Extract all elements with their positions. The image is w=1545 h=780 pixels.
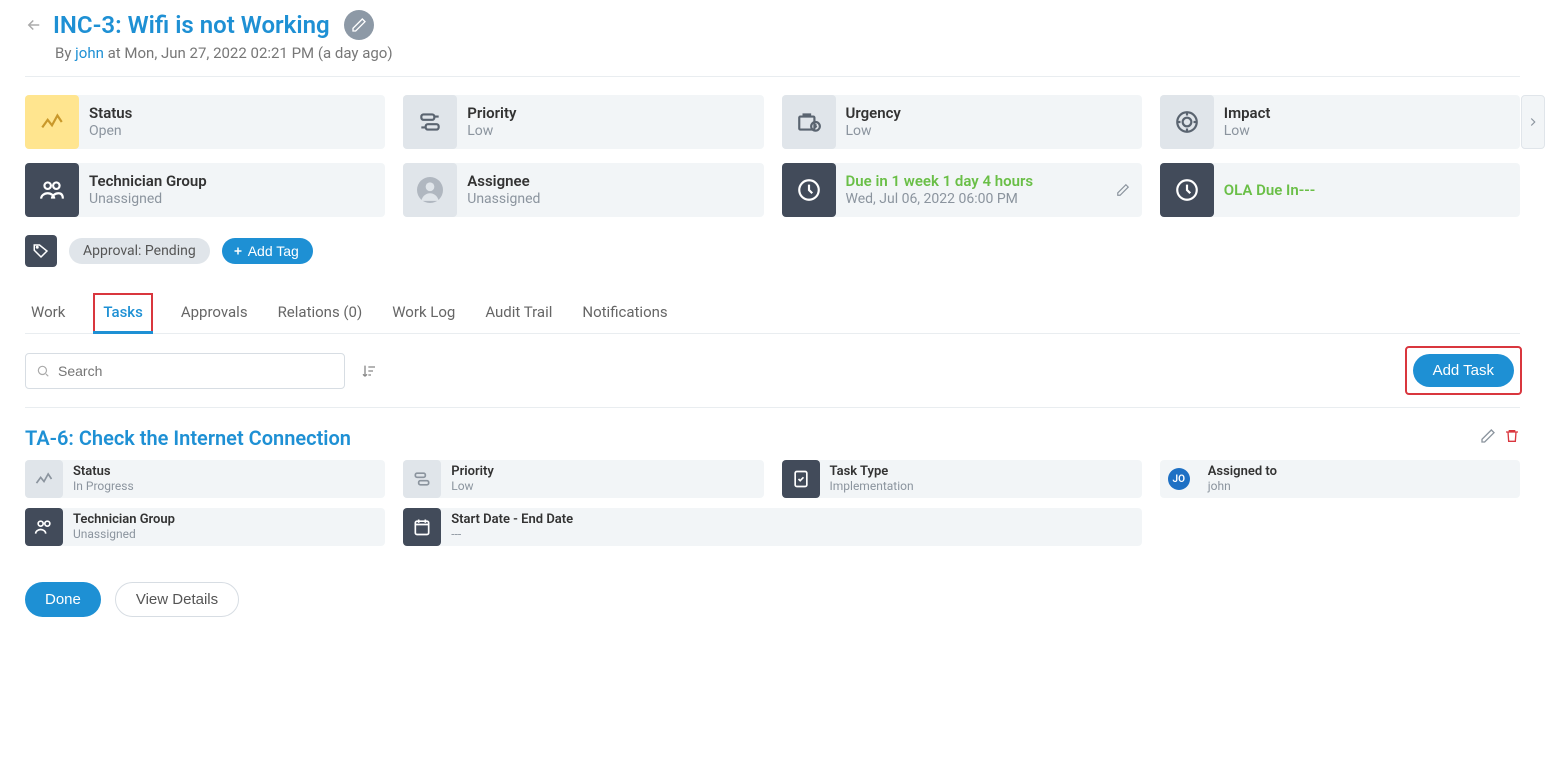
info-card-status[interactable]: StatusOpen: [25, 95, 385, 149]
task-card-ttype[interactable]: Task TypeImplementation: [782, 460, 1142, 498]
group-icon: [25, 163, 79, 217]
tab-notifications[interactable]: Notifications: [580, 293, 669, 333]
impact-icon: [1160, 95, 1214, 149]
status-icon: [25, 95, 79, 149]
group-label: Technician Group: [89, 172, 207, 191]
due-label: Due in 1 week 1 day 4 hours: [846, 172, 1034, 191]
priority-label: Priority: [467, 104, 516, 123]
tassign-icon: JO: [1160, 460, 1198, 498]
group-value: Unassigned: [89, 191, 207, 209]
tstatus-icon: [25, 460, 63, 498]
done-button[interactable]: Done: [25, 582, 101, 617]
tab-relations-[interactable]: Relations (0): [276, 293, 365, 333]
author-link[interactable]: john: [75, 44, 104, 62]
sort-button[interactable]: [361, 363, 377, 379]
search-input-wrap[interactable]: [25, 353, 345, 389]
urgency-label: Urgency: [846, 104, 901, 123]
add-task-button[interactable]: Add Task: [1413, 354, 1514, 387]
info-card-ola[interactable]: OLA Due In---: [1160, 163, 1520, 217]
incident-title: INC-3: Wifi is not Working: [53, 11, 330, 39]
tab-audit-trail[interactable]: Audit Trail: [483, 293, 554, 333]
impact-value: Low: [1224, 123, 1271, 141]
ola-label: OLA Due In---: [1224, 181, 1315, 200]
ola-icon: [1160, 163, 1214, 217]
tab-approvals[interactable]: Approvals: [179, 293, 250, 333]
task-card-tpriority[interactable]: PriorityLow: [403, 460, 763, 498]
tdate-icon: [403, 508, 441, 546]
tgroup-icon: [25, 508, 63, 546]
assignee-label: Assignee: [467, 172, 540, 191]
task-card-tstatus[interactable]: StatusIn Progress: [25, 460, 385, 498]
add-task-highlight: Add Task: [1407, 348, 1520, 393]
priority-value: Low: [467, 123, 516, 141]
ttype-icon: [782, 460, 820, 498]
search-input[interactable]: [56, 362, 334, 380]
info-card-group[interactable]: Technician GroupUnassigned: [25, 163, 385, 217]
tab-work-log[interactable]: Work Log: [390, 293, 457, 333]
tab-work[interactable]: Work: [29, 293, 67, 333]
impact-label: Impact: [1224, 104, 1271, 123]
task-card-tgroup[interactable]: Technician GroupUnassigned: [25, 508, 385, 546]
edit-title-button[interactable]: [344, 10, 374, 40]
edit-task-icon[interactable]: [1480, 428, 1496, 444]
status-label: Status: [89, 104, 132, 123]
info-card-assignee[interactable]: AssigneeUnassigned: [403, 163, 763, 217]
urgency-icon: [782, 95, 836, 149]
task-card-tdate[interactable]: Start Date - End Date---: [403, 508, 1142, 546]
info-card-priority[interactable]: PriorityLow: [403, 95, 763, 149]
delete-task-icon[interactable]: [1504, 428, 1520, 444]
task-card-tassign[interactable]: JOAssigned tojohn: [1160, 460, 1520, 498]
scroll-right-button[interactable]: [1521, 95, 1545, 149]
add-tag-button[interactable]: Add Tag: [222, 238, 313, 264]
assignee-avatar: JO: [1168, 468, 1190, 490]
info-card-urgency[interactable]: UrgencyLow: [782, 95, 1142, 149]
tag-icon: [25, 235, 57, 267]
priority-icon: [403, 95, 457, 149]
view-details-button[interactable]: View Details: [115, 582, 239, 617]
status-value: Open: [89, 123, 132, 141]
created-by-line: By john at Mon, Jun 27, 2022 02:21 PM (a…: [55, 44, 1520, 62]
divider: [25, 76, 1520, 77]
due-value: Wed, Jul 06, 2022 06:00 PM: [846, 191, 1034, 209]
tab-tasks[interactable]: Tasks: [93, 293, 153, 333]
edit-due-icon[interactable]: [1116, 183, 1130, 197]
info-card-due[interactable]: Due in 1 week 1 day 4 hoursWed, Jul 06, …: [782, 163, 1142, 217]
approval-pill[interactable]: Approval: Pending: [69, 238, 210, 264]
assignee-icon: [403, 163, 457, 217]
back-arrow-icon[interactable]: [25, 16, 43, 34]
assignee-value: Unassigned: [467, 191, 540, 209]
search-icon: [36, 364, 50, 378]
info-card-impact[interactable]: ImpactLow: [1160, 95, 1520, 149]
task-title-link[interactable]: TA-6: Check the Internet Connection: [25, 426, 351, 450]
urgency-value: Low: [846, 123, 901, 141]
tpriority-icon: [403, 460, 441, 498]
due-icon: [782, 163, 836, 217]
